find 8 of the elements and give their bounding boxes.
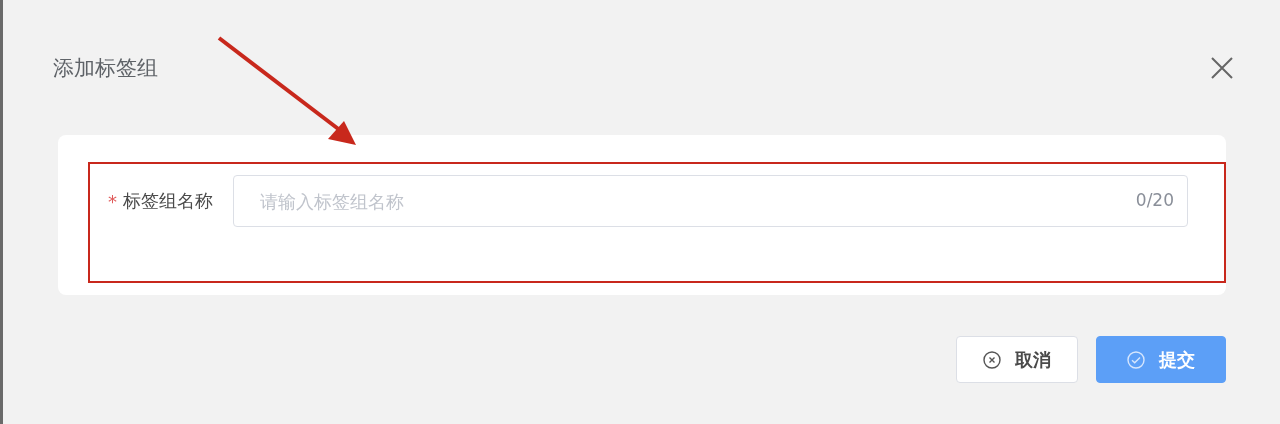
cancel-button[interactable]: 取消 bbox=[956, 336, 1078, 383]
required-mark: * bbox=[108, 190, 117, 212]
character-counter: 0/20 bbox=[1135, 190, 1174, 210]
field-label: 标签组名称 bbox=[123, 189, 213, 213]
close-button[interactable] bbox=[1210, 55, 1234, 80]
dialog-title: 添加标签组 bbox=[53, 54, 158, 82]
check-circle-icon bbox=[1127, 350, 1145, 369]
close-circle-icon bbox=[983, 350, 1001, 369]
